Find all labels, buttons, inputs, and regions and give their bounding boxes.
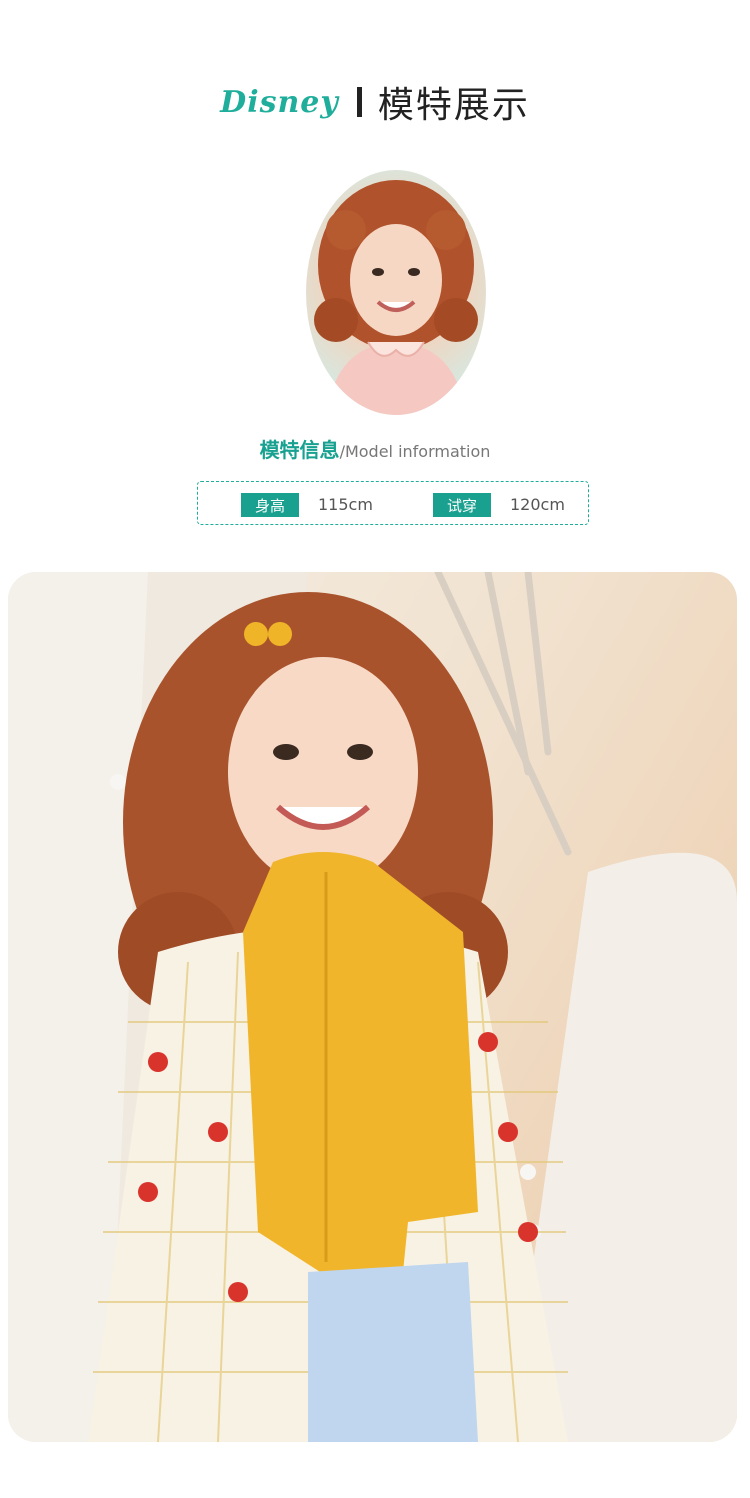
header: Disney 模特展示 xyxy=(0,70,750,134)
model-info-heading: 模特信息 /Model information xyxy=(0,434,750,463)
size-value: 120cm xyxy=(510,495,565,514)
model-photo xyxy=(8,572,737,1442)
height-value: 115cm xyxy=(318,495,373,514)
model-portrait xyxy=(306,170,486,415)
model-info-title: 模特信息 xyxy=(259,438,340,462)
model-info-subtitle: /Model information xyxy=(339,442,491,461)
page-title: 模特展示 xyxy=(377,85,530,126)
disney-logo: Disney xyxy=(220,84,339,120)
title-divider xyxy=(356,87,362,117)
model-info-box: 身高 115cm 试穿 120cm xyxy=(197,481,589,525)
height-tag: 身高 xyxy=(241,493,299,517)
size-tag: 试穿 xyxy=(433,493,491,517)
